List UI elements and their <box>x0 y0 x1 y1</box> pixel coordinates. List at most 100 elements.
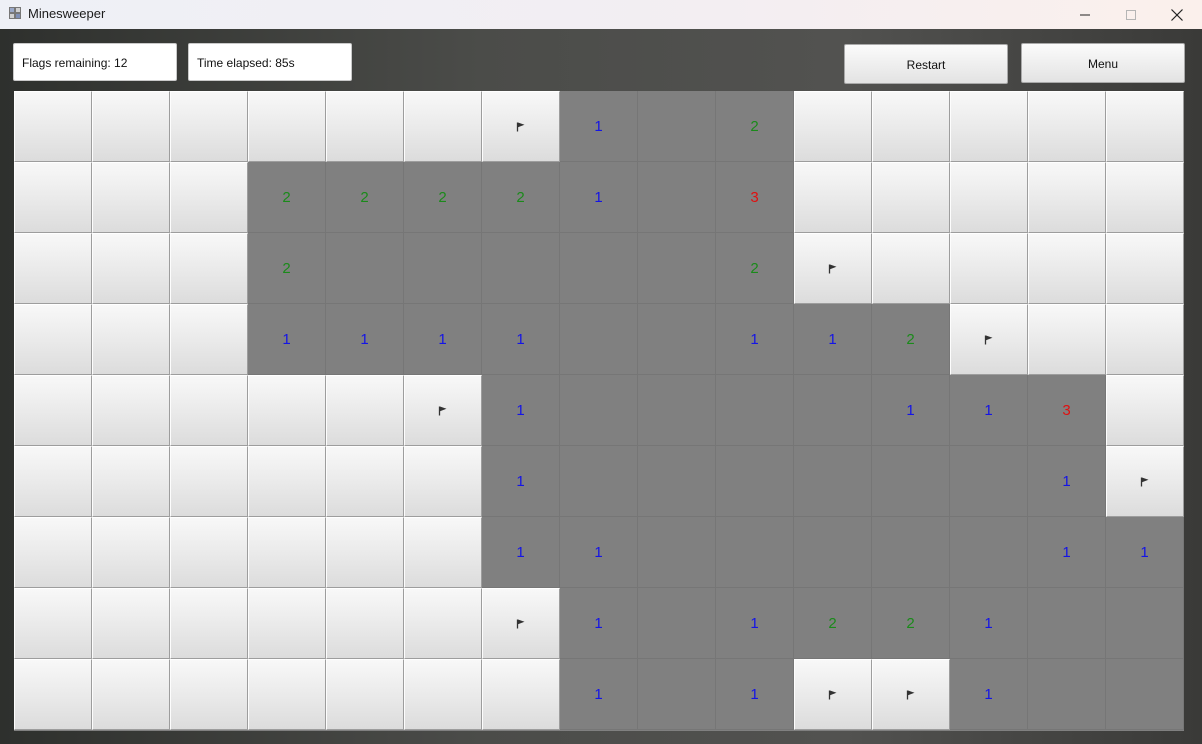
hidden-cell[interactable] <box>1028 304 1106 375</box>
hidden-cell[interactable] <box>794 91 872 162</box>
close-icon[interactable] <box>1154 0 1200 29</box>
hidden-cell[interactable] <box>404 91 482 162</box>
menu-button[interactable]: Menu <box>1021 43 1185 83</box>
hidden-cell[interactable] <box>326 517 404 588</box>
hidden-cell[interactable] <box>14 91 92 162</box>
hidden-cell[interactable] <box>1028 91 1106 162</box>
number-cell: 1 <box>560 588 638 659</box>
hidden-cell[interactable] <box>170 375 248 446</box>
minimize-icon[interactable] <box>1062 0 1108 29</box>
hidden-cell[interactable] <box>872 233 950 304</box>
hidden-cell[interactable] <box>404 659 482 730</box>
empty-cell <box>560 304 638 375</box>
number-cell: 1 <box>560 91 638 162</box>
hidden-cell[interactable] <box>14 162 92 233</box>
hidden-cell[interactable] <box>170 446 248 517</box>
hidden-cell[interactable] <box>170 162 248 233</box>
flagged-cell[interactable] <box>872 659 950 730</box>
hidden-cell[interactable] <box>92 91 170 162</box>
flag-icon <box>828 264 837 273</box>
number-cell: 1 <box>716 304 794 375</box>
hidden-cell[interactable] <box>326 588 404 659</box>
hidden-cell[interactable] <box>404 446 482 517</box>
hidden-cell[interactable] <box>1106 233 1184 304</box>
hidden-cell[interactable] <box>1106 91 1184 162</box>
hidden-cell[interactable] <box>248 375 326 446</box>
empty-cell <box>482 233 560 304</box>
flagged-cell[interactable] <box>794 659 872 730</box>
hidden-cell[interactable] <box>950 91 1028 162</box>
hidden-cell[interactable] <box>92 659 170 730</box>
hidden-cell[interactable] <box>14 233 92 304</box>
empty-cell <box>638 517 716 588</box>
number-cell: 1 <box>950 588 1028 659</box>
hidden-cell[interactable] <box>14 304 92 375</box>
hidden-cell[interactable] <box>872 162 950 233</box>
empty-cell <box>638 588 716 659</box>
flagged-cell[interactable] <box>1106 446 1184 517</box>
hidden-cell[interactable] <box>1028 233 1106 304</box>
hidden-cell[interactable] <box>326 91 404 162</box>
flag-icon <box>1140 477 1149 486</box>
restart-button[interactable]: Restart <box>844 44 1008 84</box>
hidden-cell[interactable] <box>92 162 170 233</box>
hidden-cell[interactable] <box>482 659 560 730</box>
hidden-cell[interactable] <box>872 91 950 162</box>
flagged-cell[interactable] <box>404 375 482 446</box>
number-cell: 2 <box>794 588 872 659</box>
hidden-cell[interactable] <box>1106 162 1184 233</box>
hidden-cell[interactable] <box>794 162 872 233</box>
hidden-cell[interactable] <box>326 659 404 730</box>
hidden-cell[interactable] <box>92 517 170 588</box>
hidden-cell[interactable] <box>404 588 482 659</box>
hidden-cell[interactable] <box>170 304 248 375</box>
empty-cell <box>560 233 638 304</box>
hidden-cell[interactable] <box>248 588 326 659</box>
hidden-cell[interactable] <box>248 91 326 162</box>
hidden-cell[interactable] <box>326 375 404 446</box>
hidden-cell[interactable] <box>170 659 248 730</box>
hidden-cell[interactable] <box>1106 375 1184 446</box>
number-cell: 2 <box>248 233 326 304</box>
empty-cell <box>560 375 638 446</box>
flagged-cell[interactable] <box>482 588 560 659</box>
hidden-cell[interactable] <box>170 91 248 162</box>
number-cell: 3 <box>716 162 794 233</box>
hidden-cell[interactable] <box>170 588 248 659</box>
hidden-cell[interactable] <box>248 517 326 588</box>
hidden-cell[interactable] <box>14 446 92 517</box>
hidden-cell[interactable] <box>92 233 170 304</box>
hidden-cell[interactable] <box>950 233 1028 304</box>
flagged-cell[interactable] <box>950 304 1028 375</box>
maximize-icon[interactable] <box>1108 0 1154 29</box>
empty-cell <box>326 233 404 304</box>
number-cell: 1 <box>1028 446 1106 517</box>
empty-cell <box>638 375 716 446</box>
hidden-cell[interactable] <box>92 588 170 659</box>
hidden-cell[interactable] <box>170 233 248 304</box>
hidden-cell[interactable] <box>14 375 92 446</box>
number-cell: 2 <box>326 162 404 233</box>
flagged-cell[interactable] <box>794 233 872 304</box>
hidden-cell[interactable] <box>248 659 326 730</box>
hidden-cell[interactable] <box>404 517 482 588</box>
empty-cell <box>1028 588 1106 659</box>
number-cell: 2 <box>872 588 950 659</box>
hidden-cell[interactable] <box>950 162 1028 233</box>
empty-cell <box>950 446 1028 517</box>
flagged-cell[interactable] <box>482 91 560 162</box>
hidden-cell[interactable] <box>14 517 92 588</box>
hidden-cell[interactable] <box>1028 162 1106 233</box>
hidden-cell[interactable] <box>92 304 170 375</box>
hidden-cell[interactable] <box>92 375 170 446</box>
hidden-cell[interactable] <box>326 446 404 517</box>
empty-cell <box>1106 659 1184 730</box>
hidden-cell[interactable] <box>170 517 248 588</box>
hidden-cell[interactable] <box>14 588 92 659</box>
hidden-cell[interactable] <box>92 446 170 517</box>
hidden-cell[interactable] <box>14 659 92 730</box>
number-cell: 2 <box>716 233 794 304</box>
number-cell: 2 <box>248 162 326 233</box>
hidden-cell[interactable] <box>248 446 326 517</box>
hidden-cell[interactable] <box>1106 304 1184 375</box>
